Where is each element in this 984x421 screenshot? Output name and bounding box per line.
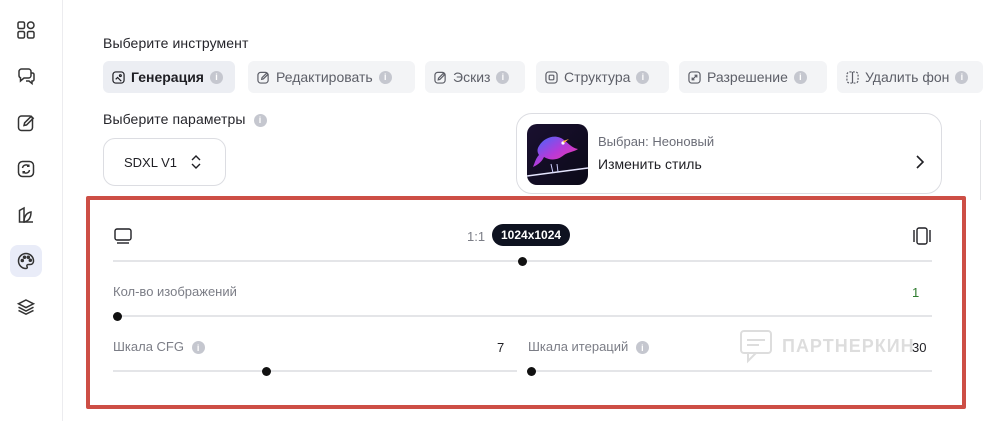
cfg-label: Шкала CFG i <box>113 339 205 355</box>
edit-icon <box>17 115 35 132</box>
sketch-icon <box>434 71 446 84</box>
size-pill: 1024x1024 <box>492 224 571 246</box>
chevron-right-icon <box>916 155 925 169</box>
chat-icon <box>18 68 35 86</box>
sidebar-item-layers[interactable] <box>10 291 42 323</box>
cfg-slider-thumb[interactable] <box>262 366 272 376</box>
chevron-updown-icon <box>191 155 201 169</box>
palette-icon <box>17 252 35 270</box>
edit-image-icon <box>257 71 269 84</box>
tool-resolution[interactable]: Разрешение i <box>679 61 827 93</box>
layers-icon <box>16 299 36 316</box>
brand-icon <box>18 206 33 223</box>
sidebar-item-styles[interactable] <box>10 245 42 277</box>
tool-generation[interactable]: Генерация i <box>103 61 235 93</box>
watermark-logo-icon <box>740 330 772 364</box>
info-icon[interactable]: i <box>191 341 205 355</box>
next-card-edge <box>980 120 984 200</box>
landscape-icon[interactable] <box>113 227 133 245</box>
iterations-label-text: Шкала итераций <box>528 339 629 354</box>
watermark: ПАРТНЕРКИН <box>738 324 938 368</box>
model-select-value: SDXL V1 <box>124 154 177 170</box>
sidebar-item-brand[interactable] <box>10 199 42 231</box>
image-count-slider-thumb[interactable] <box>112 311 122 321</box>
tools-title: Выберите инструмент <box>103 35 249 51</box>
info-icon[interactable]: i <box>636 70 650 84</box>
image-count-label: Кол-во изображений <box>113 284 237 299</box>
image-count-value: 1 <box>912 285 920 300</box>
tool-remove-bg[interactable]: Удалить фон i <box>837 61 983 93</box>
tool-structure[interactable]: Структура i <box>536 61 669 93</box>
model-select[interactable]: SDXL V1 <box>103 138 226 186</box>
info-icon[interactable]: i <box>496 70 510 84</box>
grid-icon <box>17 21 35 39</box>
info-icon[interactable]: i <box>378 70 392 84</box>
info-icon[interactable]: i <box>793 70 807 84</box>
tool-label: Разрешение <box>707 69 788 85</box>
cfg-value: 7 <box>497 340 505 355</box>
tool-edit[interactable]: Редактировать i <box>248 61 415 93</box>
style-selected-label: Выбран: Неоновый <box>598 134 715 149</box>
image-gen-icon <box>112 70 125 84</box>
remove-bg-icon <box>846 70 859 84</box>
iterations-slider-track[interactable] <box>528 370 932 372</box>
iterations-label: Шкала итераций i <box>528 339 649 355</box>
aspect-ratio-label: 1:1 <box>467 229 486 244</box>
app-root: Выберите инструмент Генерация i Редактир… <box>0 0 984 421</box>
tool-label: Структура <box>564 69 631 85</box>
iterations-slider-thumb[interactable] <box>526 366 536 376</box>
info-icon[interactable]: i <box>209 70 223 84</box>
aspect-slider-thumb[interactable] <box>518 256 527 266</box>
info-icon[interactable]: i <box>955 70 969 84</box>
params-title: Выберите параметры i <box>103 111 267 127</box>
sidebar <box>0 0 63 421</box>
sidebar-item-chat[interactable] <box>10 60 42 92</box>
refresh-icon <box>17 160 35 178</box>
cfg-slider-track[interactable] <box>113 370 517 372</box>
params-title-text: Выберите параметры <box>103 111 246 127</box>
portrait-icon[interactable] <box>912 226 932 246</box>
tool-label: Удалить фон <box>865 69 950 85</box>
tool-label: Эскиз <box>453 69 491 85</box>
info-icon[interactable]: i <box>253 113 267 127</box>
sidebar-item-edit[interactable] <box>10 107 42 139</box>
structure-icon <box>545 70 558 84</box>
tool-label: Редактировать <box>276 69 373 85</box>
cfg-label-text: Шкала CFG <box>113 339 184 354</box>
info-icon[interactable]: i <box>635 341 649 355</box>
style-card[interactable]: Выбран: Неоновый Изменить стиль <box>516 113 942 194</box>
resolution-icon <box>688 70 701 84</box>
tool-sketch[interactable]: Эскиз i <box>425 61 525 93</box>
sidebar-item-refresh[interactable] <box>10 153 42 185</box>
style-thumbnail <box>527 124 588 185</box>
tool-label: Генерация <box>131 69 204 85</box>
change-style-label: Изменить стиль <box>598 156 702 172</box>
watermark-text: ПАРТНЕРКИН <box>782 335 915 356</box>
image-count-slider-track[interactable] <box>113 315 932 317</box>
iterations-value: 30 <box>912 340 927 355</box>
sidebar-item-grid[interactable] <box>10 14 42 46</box>
